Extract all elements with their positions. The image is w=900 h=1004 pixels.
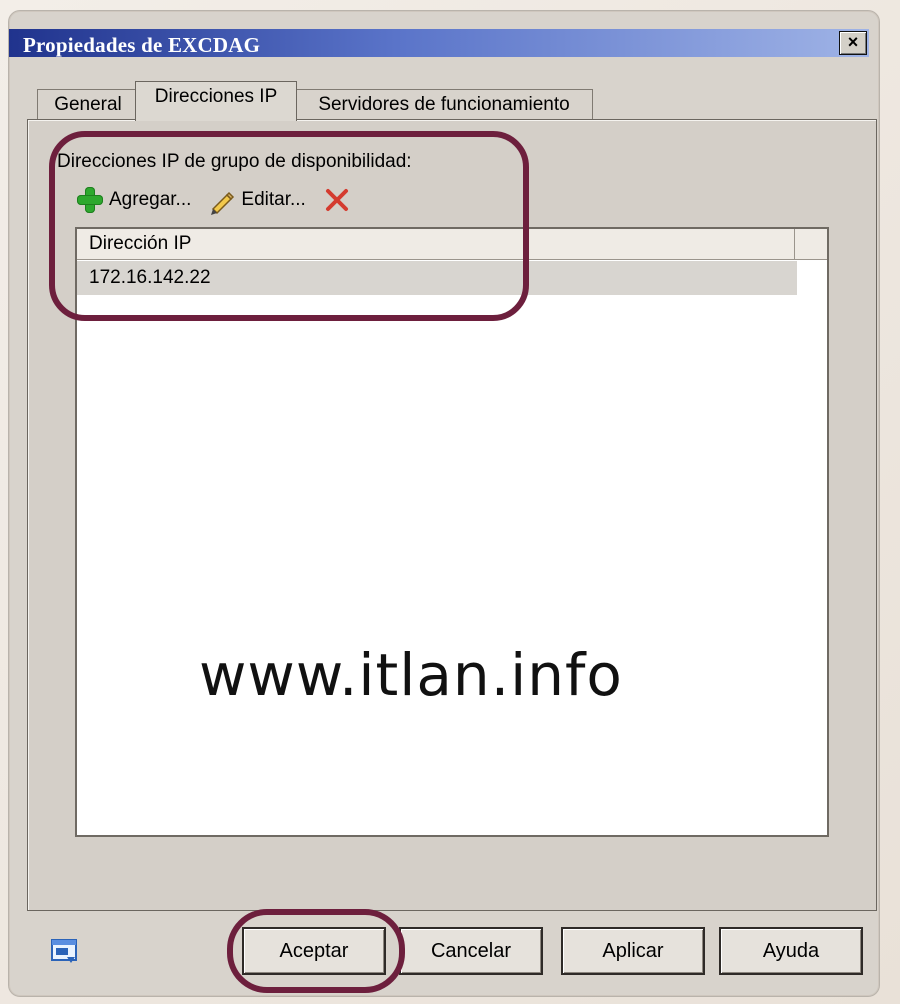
window-icon: [49, 936, 79, 966]
properties-window: Propiedades de EXCDAG × General Direccio…: [8, 10, 880, 997]
tab-direcciones-ip[interactable]: Direcciones IP: [135, 81, 297, 121]
ip-section-highlight: [49, 131, 529, 321]
watermark-text: www.itlan.info: [199, 641, 623, 709]
apply-button[interactable]: Aplicar: [561, 927, 705, 975]
title-bar[interactable]: Propiedades de EXCDAG ×: [9, 29, 869, 57]
window-title: Propiedades de EXCDAG: [23, 33, 261, 57]
help-button[interactable]: Ayuda: [719, 927, 863, 975]
tab-general[interactable]: General: [37, 89, 139, 120]
tab-servidores-de-funcionamiento[interactable]: Servidores de funcionamiento: [295, 89, 593, 120]
accept-button-highlight: [227, 909, 405, 993]
cancel-button[interactable]: Cancelar: [399, 927, 543, 975]
close-button[interactable]: ×: [839, 31, 867, 55]
header-filler: [795, 229, 827, 259]
window-svg: [51, 939, 77, 963]
